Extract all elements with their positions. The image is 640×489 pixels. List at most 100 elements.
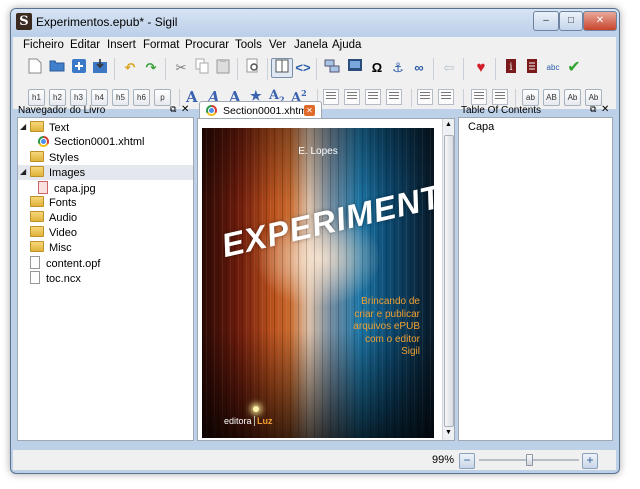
chrome-file-icon [206, 105, 217, 116]
tab-label: Section0001.xhtml [223, 105, 310, 117]
increase-indent-icon[interactable] [492, 89, 508, 105]
save-icon[interactable] [90, 58, 110, 78]
split-view-icon[interactable] [322, 58, 342, 78]
file-icon [30, 271, 40, 284]
tree-item-text[interactable]: Text [30, 121, 69, 135]
file-icon [30, 256, 40, 269]
heading-h3-button[interactable]: h3 [70, 89, 87, 106]
tree-item-styles[interactable]: Styles [30, 151, 79, 165]
menu-tools[interactable]: Tools [235, 39, 262, 51]
vertical-scrollbar[interactable]: ▲ ▼ [442, 119, 454, 440]
insert-image-icon[interactable] [345, 58, 365, 78]
zoom-slider-thumb[interactable] [526, 454, 533, 466]
align-center-icon[interactable] [344, 89, 360, 105]
validate-check-icon[interactable]: ✔ [564, 58, 584, 78]
folder-icon [30, 196, 44, 207]
code-view-icon[interactable]: <> [293, 58, 313, 78]
link-icon[interactable]: ∞ [409, 58, 429, 78]
book-browser-panel: ◢ Text Section0001.xhtml Styles ◢ Images… [17, 117, 194, 441]
menu-ver[interactable]: Ver [269, 39, 286, 51]
cover-title: EXPERIMENTOS [218, 166, 434, 265]
float-panel-icon[interactable]: ⧉ [590, 104, 596, 115]
scroll-thumb[interactable] [444, 135, 454, 427]
menu-ajuda[interactable]: Ajuda [332, 39, 361, 51]
scroll-down-icon[interactable]: ▼ [444, 429, 453, 438]
numbered-list-icon[interactable] [438, 89, 454, 105]
toc-edit-icon[interactable] [522, 58, 542, 78]
close-panel-icon[interactable]: ✕ [601, 104, 609, 115]
folder-icon [30, 241, 44, 252]
tree-item-section0001[interactable]: Section0001.xhtml [38, 136, 145, 150]
publisher-logo: editora Luz [224, 416, 273, 426]
zoom-in-button[interactable]: + [582, 453, 598, 469]
folder-icon [30, 211, 44, 222]
heading-h4-button[interactable]: h4 [91, 89, 108, 106]
copy-icon[interactable] [192, 58, 212, 78]
uppercase-button[interactable]: AB [543, 89, 560, 106]
spellcheck-icon[interactable]: abc [543, 58, 563, 78]
tree-item-misc[interactable]: Misc [30, 241, 72, 255]
cover-subtitle: Brincando de criar e publicar arquivos e… [353, 296, 420, 357]
anchor-icon[interactable]: ⚓ [388, 58, 408, 78]
heading-h1-button[interactable]: h1 [28, 89, 45, 106]
toc-item-capa[interactable]: Capa [468, 121, 494, 135]
toc-panel: Capa [458, 117, 613, 441]
book-view-icon[interactable] [271, 58, 293, 78]
heading-h2-button[interactable]: h2 [49, 89, 66, 106]
special-char-icon[interactable]: Ω [367, 58, 387, 78]
metadata-icon[interactable]: i [501, 58, 521, 78]
paragraph-button[interactable]: p [154, 89, 171, 106]
align-justify-icon[interactable] [386, 89, 402, 105]
undo-icon[interactable]: ↶ [120, 58, 140, 78]
title-bar[interactable]: S Experimentos.epub* - Sigil – □ ✕ [11, 9, 619, 35]
open-folder-icon[interactable] [47, 58, 67, 78]
tree-item-images[interactable]: Images [30, 166, 85, 180]
menu-format[interactable]: Format [143, 39, 179, 51]
back-arrow-icon[interactable]: ⇦ [439, 58, 459, 78]
expand-arrow-icon[interactable]: ◢ [20, 122, 26, 131]
expand-arrow-icon[interactable]: ◢ [20, 167, 26, 176]
tree-item-fonts[interactable]: Fonts [30, 196, 77, 210]
menu-bar: Ficheiro Editar Insert Format Procurar T… [13, 37, 616, 54]
sigil-window: S Experimentos.epub* - Sigil – □ ✕ Fiche… [10, 8, 620, 474]
tree-item-toc-ncx[interactable]: toc.ncx [30, 271, 81, 285]
cover-author: E. Lopes [298, 146, 338, 157]
maximize-button[interactable]: □ [559, 11, 583, 31]
align-left-icon[interactable] [323, 89, 339, 105]
close-panel-icon[interactable]: ✕ [181, 104, 189, 115]
lowercase-button[interactable]: ab [522, 89, 539, 106]
heading-h5-button[interactable]: h5 [112, 89, 129, 106]
heading-h6-button[interactable]: h6 [133, 89, 150, 106]
new-file-icon[interactable] [25, 58, 45, 78]
close-tab-icon[interactable]: ✕ [304, 105, 315, 116]
chrome-file-icon [38, 136, 49, 147]
menu-editar[interactable]: Editar [70, 39, 100, 51]
add-file-icon[interactable] [69, 58, 89, 78]
menu-janela[interactable]: Janela [294, 39, 328, 51]
tree-item-content-opf[interactable]: content.opf [30, 256, 100, 270]
menu-insert[interactable]: Insert [107, 39, 136, 51]
close-window-button[interactable]: ✕ [583, 11, 617, 31]
decrease-indent-icon[interactable] [471, 89, 487, 105]
book-browser-title: Navegador do Livro [18, 105, 106, 116]
folder-icon [30, 226, 44, 237]
folder-icon [30, 121, 44, 132]
tree-item-audio[interactable]: Audio [30, 211, 77, 225]
menu-procurar[interactable]: Procurar [185, 39, 229, 51]
align-right-icon[interactable] [365, 89, 381, 105]
tree-item-capa-jpg[interactable]: capa.jpg [38, 181, 96, 195]
menu-ficheiro[interactable]: Ficheiro [23, 39, 64, 51]
paste-icon[interactable] [213, 58, 233, 78]
scroll-up-icon[interactable]: ▲ [444, 121, 453, 130]
find-icon[interactable] [243, 58, 263, 78]
cut-icon[interactable]: ✂ [171, 58, 191, 78]
minimize-button[interactable]: – [533, 11, 559, 31]
titlecase-button[interactable]: Ab [564, 89, 581, 106]
bullet-list-icon[interactable] [417, 89, 433, 105]
float-panel-icon[interactable]: ⧉ [170, 104, 176, 115]
heart-icon[interactable]: ♥ [471, 58, 491, 78]
zoom-out-button[interactable]: − [459, 453, 475, 469]
sigil-app-icon: S [16, 13, 32, 30]
tree-item-video[interactable]: Video [30, 226, 77, 240]
redo-icon[interactable]: ↷ [141, 58, 161, 78]
